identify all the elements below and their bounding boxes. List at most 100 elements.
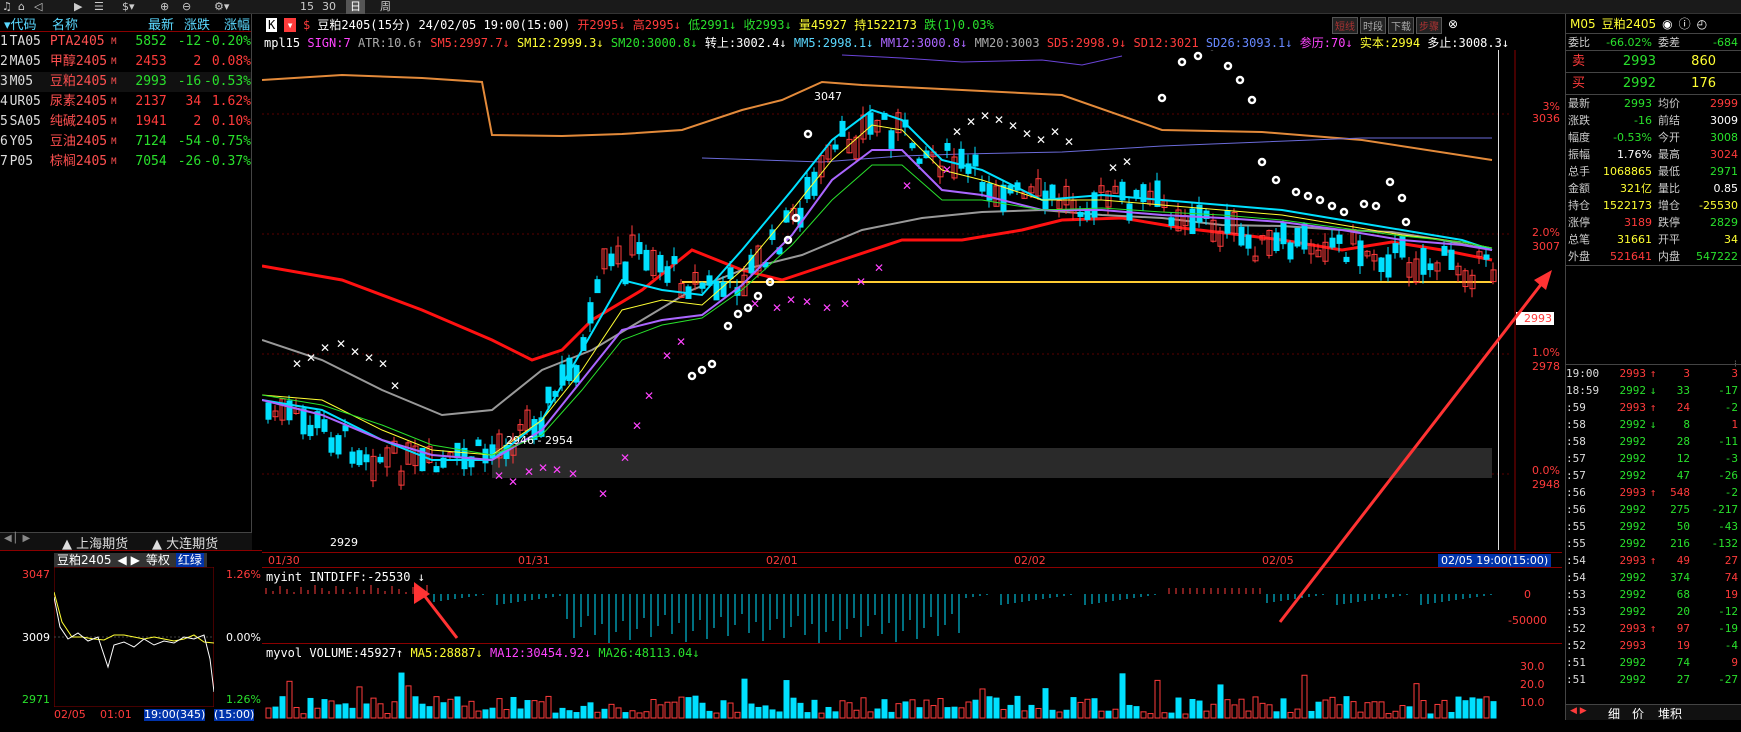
- vol-bar: [1469, 697, 1476, 719]
- step-button[interactable]: 步骤: [1416, 17, 1442, 34]
- header-percent[interactable]: 涨幅: [210, 14, 250, 33]
- bell-icon[interactable]: ♫: [2, 0, 12, 14]
- mini-red-green[interactable]: 红绿: [175, 553, 204, 567]
- tick-list[interactable]: 19:00 2993 ↑ 3 3 18:59 2992 ↓ 33 -17:59 2993 ↑ 24 -2:…: [1566, 365, 1741, 688]
- watchlist-row[interactable]: 5 SA05 纯碱2405 M 1941 2 0.10%: [0, 112, 251, 132]
- vol-bar: [1350, 701, 1357, 719]
- stat-label-2: 量比: [1658, 182, 1680, 195]
- row-percent: 0.10%: [211, 114, 251, 129]
- stat-value: 1068865: [1603, 165, 1652, 178]
- tick-row: 18:59 2992 ↓ 33 -17: [1566, 382, 1741, 399]
- clock-icon[interactable]: ◴: [1697, 17, 1707, 31]
- header-change[interactable]: 涨跌: [174, 14, 210, 33]
- download-button[interactable]: 下载: [1388, 17, 1414, 34]
- gear-icon[interactable]: ⚙▾: [214, 0, 229, 14]
- dropdown-icon[interactable]: ▾: [284, 18, 296, 32]
- vol-bar: [762, 705, 769, 719]
- row-last: 7054: [135, 154, 167, 169]
- vol-bar: [1056, 711, 1063, 719]
- vol-bar: [1427, 713, 1434, 719]
- vol-bar: [461, 705, 468, 719]
- tick-time: :55: [1566, 537, 1586, 550]
- svg-text:✕: ✕: [620, 451, 630, 465]
- candle-body: [671, 256, 678, 265]
- period-15-button[interactable]: 15: [300, 0, 314, 14]
- list-icon[interactable]: ☰: [94, 0, 104, 14]
- tick-row: :55 2992 50 -43: [1566, 518, 1741, 535]
- candle-body: [1357, 240, 1364, 267]
- vol-bar: [923, 699, 930, 719]
- tick-oi: -17: [1718, 384, 1738, 397]
- header-name[interactable]: 名称: [52, 14, 134, 33]
- tick-oi: -217: [1711, 503, 1739, 516]
- short-term-button[interactable]: 短线: [1332, 17, 1358, 34]
- scroll-arrows-icon[interactable]: ◀ ▏▶: [4, 533, 30, 544]
- tab-stack[interactable]: 堆积: [1658, 705, 1682, 722]
- candle-body: [1168, 217, 1175, 226]
- tab-detail[interactable]: 细: [1608, 705, 1620, 722]
- watchlist-row[interactable]: 4 UR05 尿素2405 M 2137 34 1.62%: [0, 92, 251, 112]
- candle-body: [1133, 189, 1140, 198]
- watchlist-row[interactable]: 1 TA05 PTA2405 M 5852 -12 -0.20%: [0, 32, 251, 52]
- vol-bar: [1476, 698, 1483, 719]
- candle-body: [1378, 257, 1385, 272]
- vol-bar: [524, 700, 531, 719]
- tab-prev-next-icon[interactable]: ◀ ▶: [1570, 706, 1587, 716]
- tick-price: 2993: [1619, 554, 1647, 567]
- tick-oi: -19: [1718, 622, 1738, 635]
- svg-text:✕: ✕: [942, 163, 952, 177]
- watchlist-row[interactable]: 3 M05 豆粕2405 M 2993 -16 -0.53%: [0, 72, 251, 92]
- tab-price[interactable]: 价: [1632, 705, 1644, 722]
- info-icon[interactable]: ⓘ: [1679, 15, 1691, 32]
- watchlist-row[interactable]: 6 Y05 豆油2405 M 7124 -54 -0.75%: [0, 132, 251, 152]
- quote-header: M05 豆粕2405 ◉ ⓘ ◴: [1566, 14, 1741, 34]
- vol-bar: [958, 707, 965, 719]
- row-code: M05: [9, 74, 34, 89]
- tick-time: :53: [1566, 588, 1586, 601]
- row-percent: -0.53%: [204, 74, 251, 89]
- mini-equal-weight[interactable]: 等权: [146, 553, 170, 567]
- currency-icon[interactable]: $▾: [122, 0, 135, 14]
- period-week-button[interactable]: 周: [380, 0, 391, 14]
- back-icon[interactable]: ◁: [34, 0, 42, 14]
- k-badge[interactable]: K: [266, 18, 278, 32]
- period-day-button[interactable]: 日: [346, 0, 365, 14]
- myint-panel[interactable]: myint INTDIFF:-25530 ↓ 0 -50000: [262, 568, 1562, 644]
- period-30-button[interactable]: 30: [322, 0, 336, 14]
- tick-arrow-icon: [1646, 603, 1660, 620]
- header-last[interactable]: 最新: [134, 14, 174, 33]
- candle-body: [433, 466, 440, 473]
- svg-text:✕: ✕: [772, 301, 782, 315]
- watchlist-row[interactable]: 2 MA05 甲醇2405 M 2453 2 0.08%: [0, 52, 251, 72]
- candle-body: [356, 450, 363, 466]
- sell-row: 卖 2993 860: [1566, 51, 1741, 73]
- header-code[interactable]: ▾代码: [0, 14, 52, 33]
- myvol-panel[interactable]: myvol VOLUME:45927↑ MA5:28887↓ MA12:3045…: [262, 644, 1562, 720]
- zoom-in-icon[interactable]: ⊕: [160, 0, 169, 14]
- row-change: 2: [193, 114, 202, 129]
- svg-text:✕: ✕: [320, 341, 330, 355]
- timeslot-button[interactable]: 时段: [1360, 17, 1386, 34]
- home-icon[interactable]: ⌂: [18, 0, 25, 14]
- scroll-handle-icon[interactable]: ⁝: [1734, 359, 1737, 370]
- mini-nav-icon[interactable]: ◀ ▶: [118, 553, 140, 567]
- stat-label: 总笔: [1568, 233, 1590, 246]
- kline-main-chart[interactable]: ✕ ✕ ✕ ✕ ✕ ✕ ✕ ✕ ✕ ✕ ✕ ✕ ✕ ✕ ✕ ✕ ✕ ✕ ✕ ✕ ✕ ✕ ✕ ✕ ✕ ✕ ✕ ✕ ✕ ✕ ✕ ✕ ✕ ✕ ✕ ✕…: [262, 50, 1562, 550]
- price-tag: 2993: [1516, 312, 1554, 325]
- vol-bar: [363, 703, 370, 719]
- tick-row: :58 2992 ↓ 8 1: [1566, 416, 1741, 433]
- vol-bar: [1140, 711, 1147, 719]
- mini-intraday-chart[interactable]: 豆粕2405 ◀ ▶ 等权 红绿 3047 3009 2971 1.26% 0.…: [0, 550, 262, 721]
- target-icon[interactable]: ◉: [1662, 17, 1672, 31]
- row-index: 4: [0, 94, 8, 109]
- candle-body: [587, 302, 594, 324]
- zoom-out-icon[interactable]: ⊖: [182, 0, 191, 14]
- vol-bar: [867, 711, 874, 719]
- play-icon[interactable]: ▶: [74, 0, 82, 14]
- ind-shiben: 实本:2994: [1359, 36, 1421, 50]
- vol-bar: [1014, 695, 1021, 719]
- watchlist-row[interactable]: 7 P05 棕榈2405 M 7054 -26 -0.37%: [0, 152, 251, 172]
- close-icon[interactable]: ⊗: [1448, 17, 1458, 34]
- row-index: 6: [0, 134, 8, 149]
- time-axis-1: 01/31: [518, 554, 550, 567]
